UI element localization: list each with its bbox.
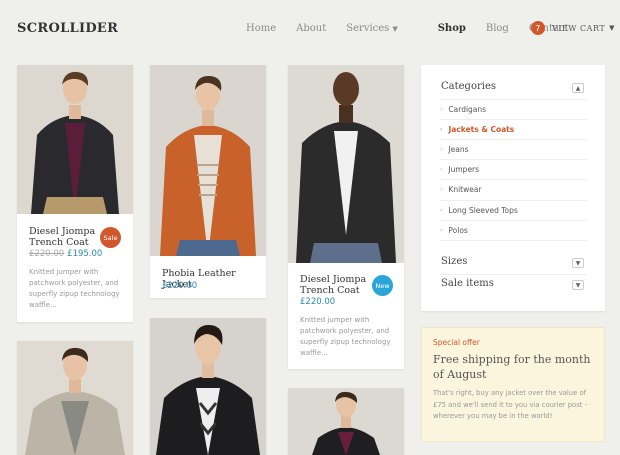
new-badge: New <box>372 275 393 296</box>
chevron-right-icon: › <box>440 227 443 234</box>
chevron-right-icon: › <box>440 166 443 173</box>
product-card[interactable]: Diesel Jiompa Trench Coat Sale £220.00 £1… <box>17 65 133 322</box>
product-price: £220.00 <box>300 297 336 307</box>
product-image[interactable] <box>288 65 404 263</box>
offer-title: Free shipping for the month of August <box>433 353 591 381</box>
product-description: Knitted jumper with patchwork polyester,… <box>300 315 394 359</box>
product-description: Knitted jumper with patchwork polyester,… <box>29 267 123 311</box>
description-line: Knitted jumper with <box>29 268 99 276</box>
chevron-down-icon: ▼ <box>575 259 581 267</box>
description-line: Knitted jumper with <box>300 316 370 324</box>
category-item-active[interactable]: › Jackets & Coats <box>440 119 587 139</box>
product-image[interactable] <box>150 65 266 256</box>
nav-about[interactable]: About <box>296 23 326 34</box>
special-offer-box: Special offer Free shipping for the mont… <box>421 327 605 442</box>
product-card[interactable]: Phobia Leather Jacket £220.00 <box>150 65 266 298</box>
chevron-right-icon: › <box>440 146 443 153</box>
categories-heading[interactable]: Categories <box>441 81 496 92</box>
category-label: Polos <box>448 226 468 235</box>
description-line: patchwork polyester, and <box>300 327 390 335</box>
divider <box>440 274 587 275</box>
nav-services-label: Services <box>346 23 390 34</box>
expand-sizes-button[interactable]: ▼ <box>572 258 584 268</box>
product-card[interactable] <box>17 341 133 455</box>
chevron-right-icon: › <box>440 126 443 133</box>
product-price: £220.00 <box>162 281 198 291</box>
product-card[interactable]: Diesel Jiompa Trench Coat New £220.00 Kn… <box>288 65 404 369</box>
category-label: Cardigans <box>448 105 487 114</box>
category-item[interactable]: › Cardigans <box>440 99 587 119</box>
chevron-down-icon: ▼ <box>575 281 581 289</box>
category-label: Knitwear <box>448 185 482 194</box>
product-title-line: Diesel Jiompa <box>29 226 96 237</box>
chevron-down-icon: ▼ <box>609 24 616 32</box>
chevron-right-icon: › <box>440 207 443 214</box>
collapse-categories-button[interactable]: ▲ <box>572 83 584 93</box>
expand-sale-items-button[interactable]: ▼ <box>572 280 584 290</box>
description-line: waffle... <box>29 301 57 309</box>
category-label: Jumpers <box>448 165 480 174</box>
offer-body: That's right, buy any jacket over the va… <box>433 389 588 420</box>
category-item[interactable]: › Polos <box>440 220 587 240</box>
cart-count-badge: 7 <box>531 21 545 35</box>
nav-blog[interactable]: Blog <box>486 23 509 34</box>
product-title-line: Trench Coat <box>29 237 89 248</box>
sale-badge: Sale <box>100 227 121 248</box>
product-title[interactable]: Diesel Jiompa Trench Coat <box>29 226 95 248</box>
sizes-heading[interactable]: Sizes <box>441 256 467 267</box>
category-item[interactable]: › Jeans <box>440 139 587 159</box>
nav-home[interactable]: Home <box>246 23 276 34</box>
product-price: £220.00 £195.00 <box>29 249 102 259</box>
chevron-up-icon: ▲ <box>575 84 581 92</box>
product-card[interactable] <box>288 388 404 455</box>
filter-sidebar: Categories ▲ › Cardigans › Jackets & Coats… <box>421 65 605 311</box>
product-image[interactable] <box>288 388 404 455</box>
description-line: superfly zipup technology <box>300 338 391 346</box>
divider <box>440 240 587 241</box>
category-item[interactable]: › Jumpers <box>440 159 587 179</box>
category-item[interactable]: › Knitwear <box>440 179 587 199</box>
product-image[interactable] <box>17 341 133 455</box>
product-image[interactable] <box>150 318 266 455</box>
sale-price: £195.00 <box>67 249 103 259</box>
offer-label: Special offer <box>433 338 480 347</box>
category-item[interactable]: › Long Sleeved Tops <box>440 200 587 220</box>
category-label: Jackets & Coats <box>448 125 515 134</box>
description-line: patchwork polyester, and <box>29 279 119 287</box>
description-line: waffle... <box>300 349 328 357</box>
chevron-right-icon: › <box>440 186 443 193</box>
product-title[interactable]: Diesel Jiompa Trench Coat <box>300 274 366 296</box>
product-title-line: Diesel Jiompa <box>300 274 367 285</box>
view-cart-button[interactable]: 7 VIEW CART ▼ <box>531 21 615 35</box>
nav-shop[interactable]: Shop <box>438 23 466 34</box>
site-logo[interactable]: SCROLLIDER <box>17 21 118 36</box>
description-line: superfly zipup technology <box>29 290 120 298</box>
category-label: Long Sleeved Tops <box>448 206 518 215</box>
product-image[interactable] <box>17 65 133 214</box>
cart-label: VIEW CART <box>552 23 606 33</box>
product-card[interactable] <box>150 318 266 455</box>
nav-services[interactable]: Services ▼ <box>346 23 417 34</box>
category-label: Jeans <box>448 145 469 154</box>
chevron-right-icon: › <box>440 106 443 113</box>
product-title-line: Trench Coat <box>300 285 360 296</box>
sale-items-heading[interactable]: Sale items <box>441 278 494 289</box>
old-price: £220.00 <box>29 249 65 259</box>
chevron-down-icon: ▼ <box>392 25 398 33</box>
